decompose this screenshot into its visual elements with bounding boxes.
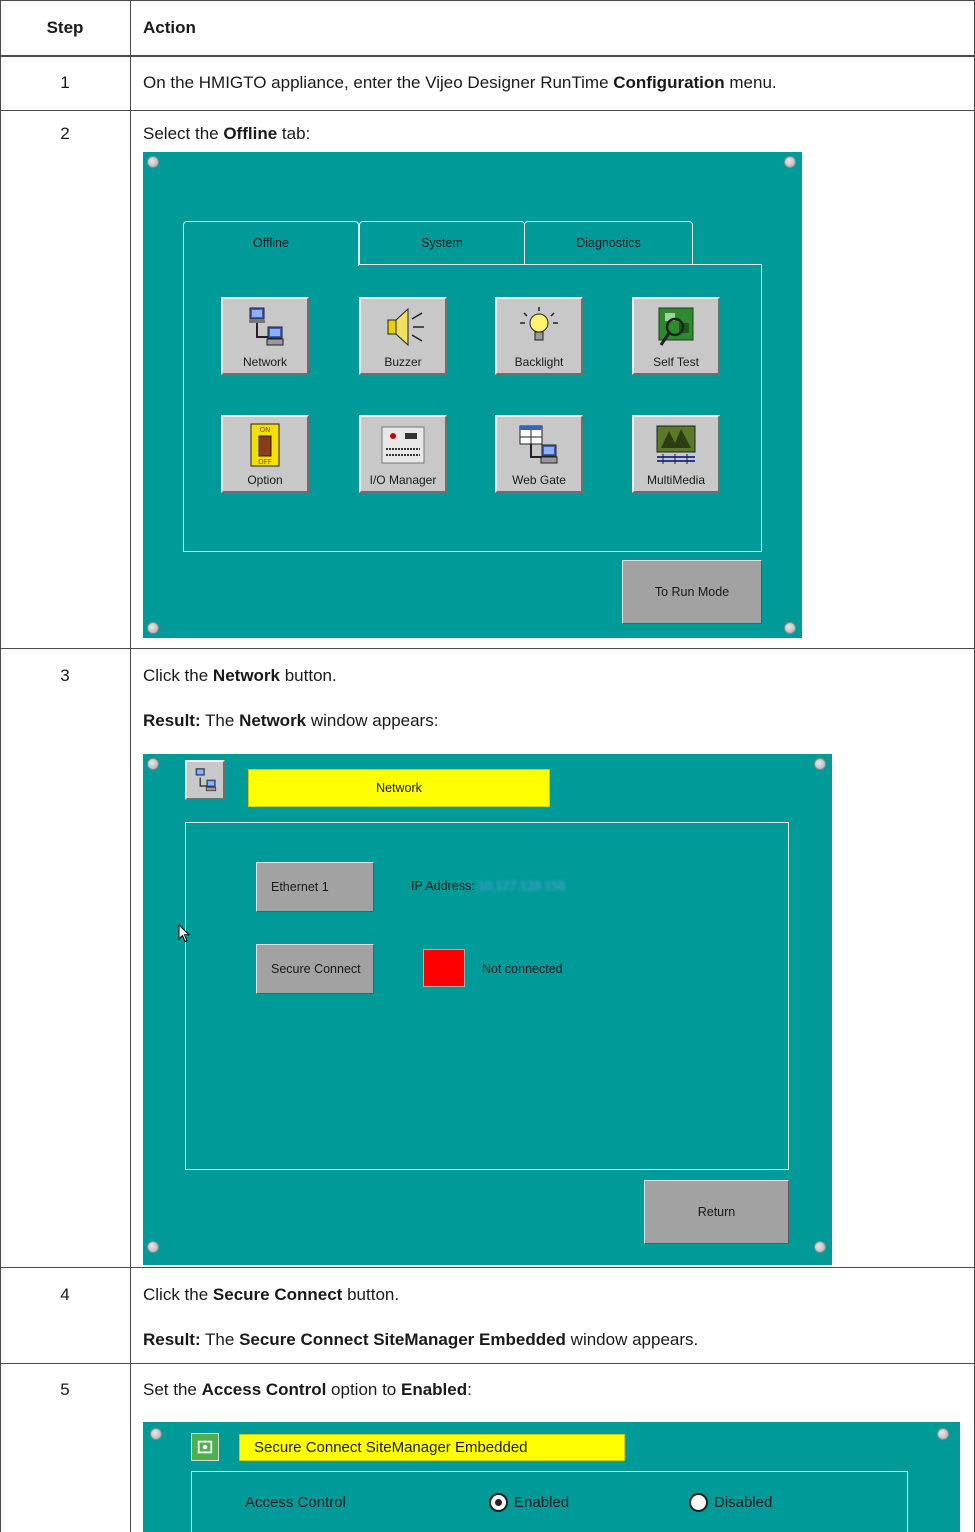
step-text: Click the Secure Connect button.	[143, 1285, 400, 1304]
tab-system[interactable]: System	[359, 221, 525, 264]
step-result: Result: The Secure Connect SiteManager E…	[143, 1330, 699, 1349]
buzzer-button[interactable]: Buzzer	[359, 297, 447, 375]
offline-config-screen: Offline System Diagnostics Network Buzze…	[143, 152, 802, 638]
step-text: On the HMIGTO appliance, enter the Vijeo…	[143, 73, 777, 92]
mouse-cursor-icon	[178, 924, 191, 943]
screw-icon	[147, 1241, 159, 1253]
step-text: Set the Access Control option to Enabled…	[143, 1380, 472, 1399]
secure-connect-screen: Secure Connect SiteManager Embedded Acce…	[143, 1422, 960, 1532]
step-text: Select the Offline tab:	[143, 124, 311, 143]
screw-icon	[784, 156, 796, 168]
buzzer-icon	[387, 307, 424, 347]
step-number: 5	[60, 1380, 70, 1399]
ip-address: IP Address: 10.127.128.158	[411, 879, 566, 893]
screw-icon	[147, 156, 159, 168]
header-action: Action	[143, 18, 196, 37]
to-run-mode-button[interactable]: To Run Mode	[622, 560, 762, 624]
connection-status-indicator	[423, 949, 465, 987]
io-manager-button[interactable]: I/O Manager	[359, 415, 447, 493]
multimedia-label: MultiMedia	[646, 473, 706, 487]
secure-connect-button[interactable]: Secure Connect	[256, 944, 374, 994]
self-test-button[interactable]: Self Test	[632, 297, 720, 375]
backlight-button[interactable]: Backlight	[495, 297, 583, 375]
tab-diagnostics[interactable]: Diagnostics	[524, 221, 693, 264]
backlight-label: Backlight	[514, 355, 564, 369]
return-button[interactable]: Return	[644, 1180, 789, 1244]
multimedia-button[interactable]: MultiMedia	[632, 415, 720, 493]
web-gate-icon	[519, 425, 558, 464]
screw-icon	[814, 1241, 826, 1253]
network-title-icon	[185, 760, 225, 800]
io-manager-label: I/O Manager	[369, 473, 437, 487]
radio-disabled-label: Disabled	[714, 1494, 773, 1511]
secure-connect-title-icon	[191, 1433, 219, 1461]
svg-text:ON: ON	[260, 426, 271, 434]
step-number: 3	[60, 666, 70, 685]
screw-icon	[937, 1428, 949, 1440]
screw-icon	[784, 622, 796, 634]
io-manager-icon	[381, 426, 425, 464]
step-text: Click the Network button.	[143, 666, 337, 685]
step-number: 2	[60, 124, 70, 143]
step-result: Result: The Network window appears:	[143, 711, 439, 730]
step-number: 4	[60, 1285, 70, 1304]
secure-connect-title-bar: Secure Connect SiteManager Embedded	[239, 1434, 625, 1461]
svg-text:OFF: OFF	[258, 458, 272, 466]
buzzer-label: Buzzer	[384, 355, 422, 369]
screw-icon	[147, 758, 159, 770]
radio-enabled-label: Enabled	[514, 1494, 570, 1511]
web-gate-label: Web Gate	[512, 473, 566, 487]
radio-disabled[interactable]	[689, 1493, 708, 1512]
option-label: Option	[247, 473, 283, 487]
connection-status-text: Not connected	[482, 962, 563, 976]
option-button[interactable]: ON OFF Option	[221, 415, 309, 493]
self-test-label: Self Test	[653, 355, 699, 369]
tab-offline[interactable]: Offline	[183, 221, 359, 266]
access-control-label: Access Control	[245, 1494, 346, 1511]
network-label: Network	[242, 355, 287, 369]
header-step: Step	[46, 18, 84, 37]
screw-icon	[150, 1428, 162, 1440]
ethernet-1-button[interactable]: Ethernet 1	[256, 862, 374, 912]
network-button[interactable]: Network	[221, 297, 309, 375]
network-title-bar: Network	[248, 769, 550, 807]
self-test-icon	[658, 307, 694, 346]
web-gate-button[interactable]: Web Gate	[495, 415, 583, 493]
screw-icon	[814, 758, 826, 770]
radio-enabled[interactable]	[489, 1493, 508, 1512]
network-icon	[249, 307, 284, 346]
step-number: 1	[60, 73, 70, 92]
ip-address-value: 10.127.128.158	[478, 879, 566, 893]
network-screen: Network Ethernet 1 IP Address: 10.127.12…	[143, 754, 832, 1265]
screw-icon	[147, 622, 159, 634]
backlight-icon	[520, 307, 558, 341]
multimedia-icon	[656, 425, 696, 464]
procedure-table: Step Action 1 On the HMIGTO appliance, e…	[0, 0, 975, 1532]
option-switch-icon: ON OFF	[250, 423, 280, 467]
